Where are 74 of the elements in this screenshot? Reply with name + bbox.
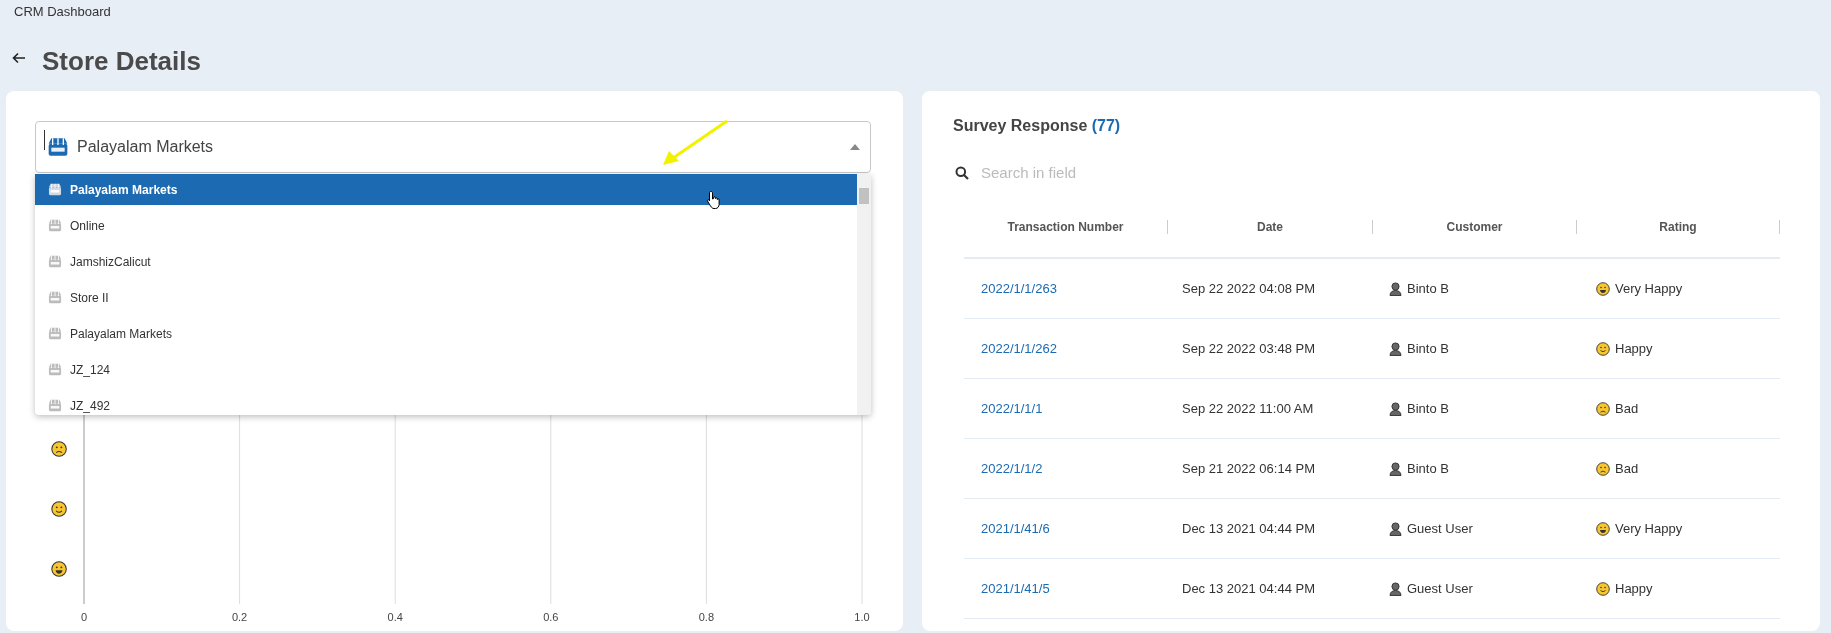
rating-text: Bad — [1615, 401, 1639, 416]
store-icon — [48, 183, 62, 196]
store-icon — [48, 399, 62, 412]
date-text: Sep 22 2022 11:00 AM — [1182, 401, 1314, 416]
person-icon — [1389, 461, 1402, 476]
rating-face-icon — [1596, 341, 1610, 356]
rating-face-icon — [1596, 401, 1610, 416]
transaction-link[interactable]: 2022/1/1/2 — [981, 461, 1043, 476]
date-text: Dec 13 2021 04:44 PM — [1182, 581, 1315, 596]
date-text: Sep 22 2022 03:48 PM — [1182, 341, 1315, 356]
dropdown-option[interactable]: Palayalam Markets — [35, 318, 857, 349]
column-header[interactable]: Rating — [1577, 220, 1780, 234]
page-title: Store Details — [42, 44, 201, 77]
caret-icon — [850, 144, 860, 150]
store-select[interactable]: Palayalam Markets — [35, 121, 871, 173]
store-icon — [48, 291, 62, 304]
rating-text: Bad — [1615, 461, 1639, 476]
axis-tick-label: 0 — [80, 611, 88, 623]
rating-face-icon — [1596, 581, 1610, 596]
text-cursor — [44, 130, 45, 150]
customer-name: Binto B — [1407, 461, 1449, 476]
axis-tick-label: 0.2 — [231, 611, 248, 623]
axis-tick-label: 0.4 — [387, 611, 403, 623]
dropdown-option[interactable]: JZ_492 — [35, 390, 857, 415]
store-icon — [48, 255, 62, 268]
transaction-link[interactable]: 2021/1/41/5 — [981, 581, 1050, 596]
customer-name: Guest User — [1407, 521, 1473, 536]
customer-name: Binto B — [1407, 401, 1449, 416]
axis-tick-label: 0.6 — [543, 611, 559, 623]
transaction-link[interactable]: 2021/1/41/6 — [981, 521, 1050, 536]
column-header[interactable]: Transaction Number — [964, 220, 1168, 234]
breadcrumb[interactable]: CRM Dashboard — [0, 0, 1831, 24]
store-icon — [48, 219, 62, 232]
date-text: Sep 22 2022 04:08 PM — [1182, 281, 1315, 296]
section-title: Survey Response (77) — [953, 117, 1122, 135]
rating-face-icon — [51, 561, 67, 577]
dropdown-option[interactable]: JamshizCalicut — [35, 246, 857, 277]
dropdown-option[interactable]: JZ_124 — [35, 354, 857, 385]
rating-text: Very Happy — [1615, 281, 1683, 296]
person-icon — [1389, 281, 1402, 296]
dropdown-option[interactable]: Online — [35, 210, 857, 241]
column-header[interactable]: Date — [1168, 220, 1373, 234]
person-icon — [1389, 521, 1402, 536]
customer-name: Guest User — [1407, 581, 1473, 596]
store-icon — [48, 363, 62, 376]
hand-cursor-icon — [706, 190, 722, 210]
store-icon — [47, 137, 69, 157]
transaction-link[interactable]: 2022/1/1/1 — [981, 401, 1043, 416]
rating-face-icon — [51, 501, 67, 517]
rating-face-icon — [1596, 461, 1610, 476]
column-header[interactable]: Customer — [1373, 220, 1577, 234]
rating-face-icon — [1596, 521, 1610, 536]
date-text: Dec 13 2021 04:44 PM — [1182, 521, 1315, 536]
scrollbar[interactable] — [857, 174, 871, 415]
date-text: Sep 21 2022 06:14 PM — [1182, 461, 1315, 476]
rating-text: Happy — [1615, 341, 1653, 356]
customer-name: Binto B — [1407, 341, 1449, 356]
person-icon — [1389, 401, 1402, 416]
customer-name: Binto B — [1407, 281, 1449, 296]
rating-text: Very Happy — [1615, 521, 1683, 536]
rating-face-icon — [1596, 281, 1610, 296]
dropdown-option[interactable]: Palayalam Markets — [35, 174, 857, 205]
store-icon — [48, 327, 62, 340]
transaction-link[interactable]: 2022/1/1/262 — [981, 341, 1057, 356]
dropdown-option[interactable]: Store II — [35, 282, 857, 313]
transaction-link[interactable]: 2022/1/1/263 — [981, 281, 1057, 296]
rating-text: Happy — [1615, 581, 1653, 596]
back-arrow-icon[interactable] — [12, 51, 26, 65]
axis-tick-label: 0.8 — [698, 611, 715, 623]
rating-face-icon — [51, 441, 67, 457]
search-icon — [955, 165, 969, 180]
person-icon — [1389, 581, 1402, 596]
person-icon — [1389, 341, 1402, 356]
axis-tick-label: 1.0 — [854, 611, 870, 623]
